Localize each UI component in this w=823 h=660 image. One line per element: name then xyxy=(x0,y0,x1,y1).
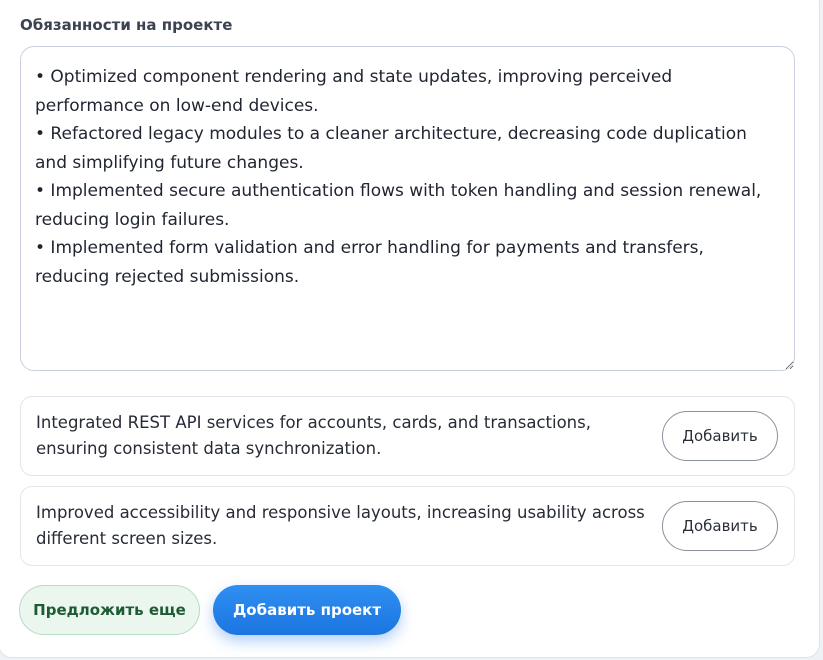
suggestion-item: Integrated REST API services for account… xyxy=(20,396,795,476)
section-label: Обязанности на проекте xyxy=(20,16,233,34)
duties-textarea[interactable]: • Optimized component rendering and stat… xyxy=(20,46,795,371)
suggestion-item: Improved accessibility and responsive la… xyxy=(20,486,795,566)
add-suggestion-button[interactable]: Добавить xyxy=(662,501,778,551)
add-project-button[interactable]: Добавить проект xyxy=(213,585,401,635)
suggestion-text: Improved accessibility and responsive la… xyxy=(36,503,645,548)
suggestion-text: Integrated REST API services for account… xyxy=(36,413,591,458)
suggest-more-button[interactable]: Предложить еще xyxy=(19,585,200,635)
add-suggestion-button[interactable]: Добавить xyxy=(662,411,778,461)
